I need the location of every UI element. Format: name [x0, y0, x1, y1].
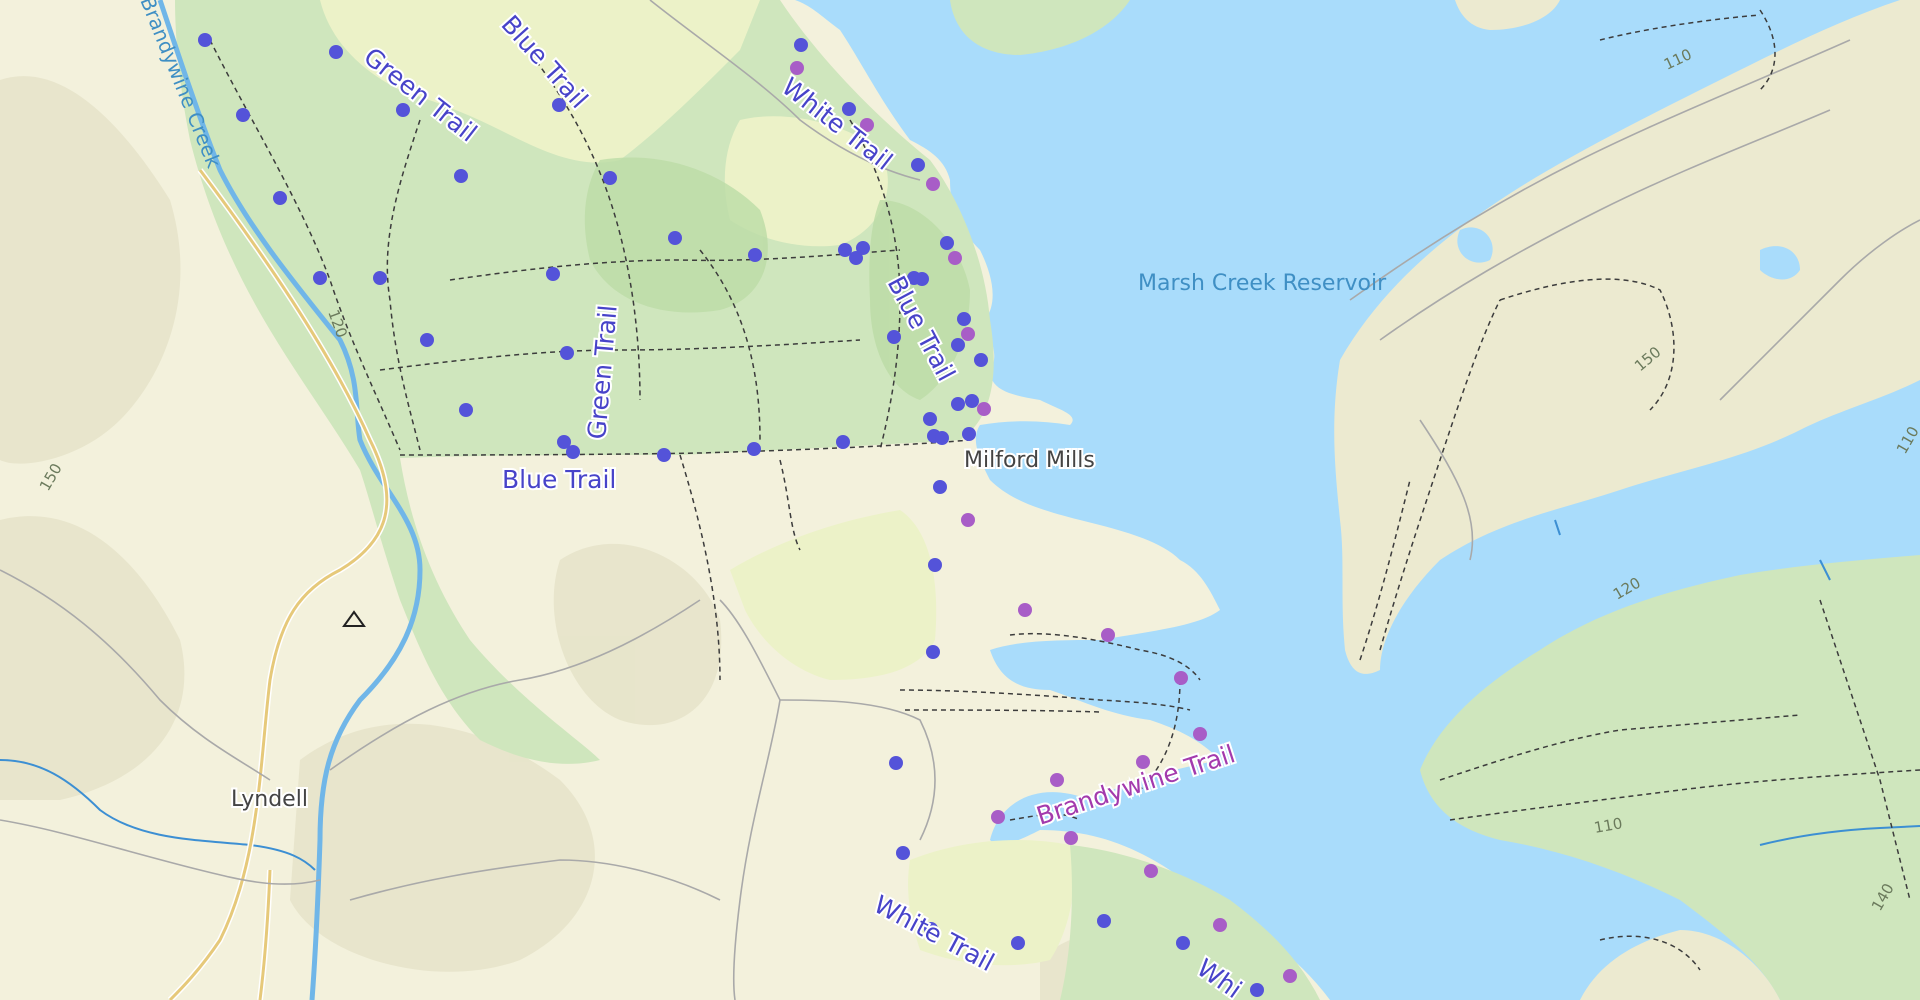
map-canvas[interactable]: 120 150 110 150 120 110 140 110 Marsh Cr…	[0, 0, 1920, 1000]
map-layer[interactable]: 120 150 110 150 120 110 140 110 Marsh Cr…	[0, 0, 1920, 1000]
reservoir-label: Marsh Creek Reservoir	[1138, 271, 1387, 296]
place-label-lyndell[interactable]: Lyndell	[229, 785, 310, 814]
trail-label-blue: Blue Trail	[502, 465, 616, 494]
place-label-milford-mills[interactable]: Milford Mills	[962, 446, 1097, 475]
